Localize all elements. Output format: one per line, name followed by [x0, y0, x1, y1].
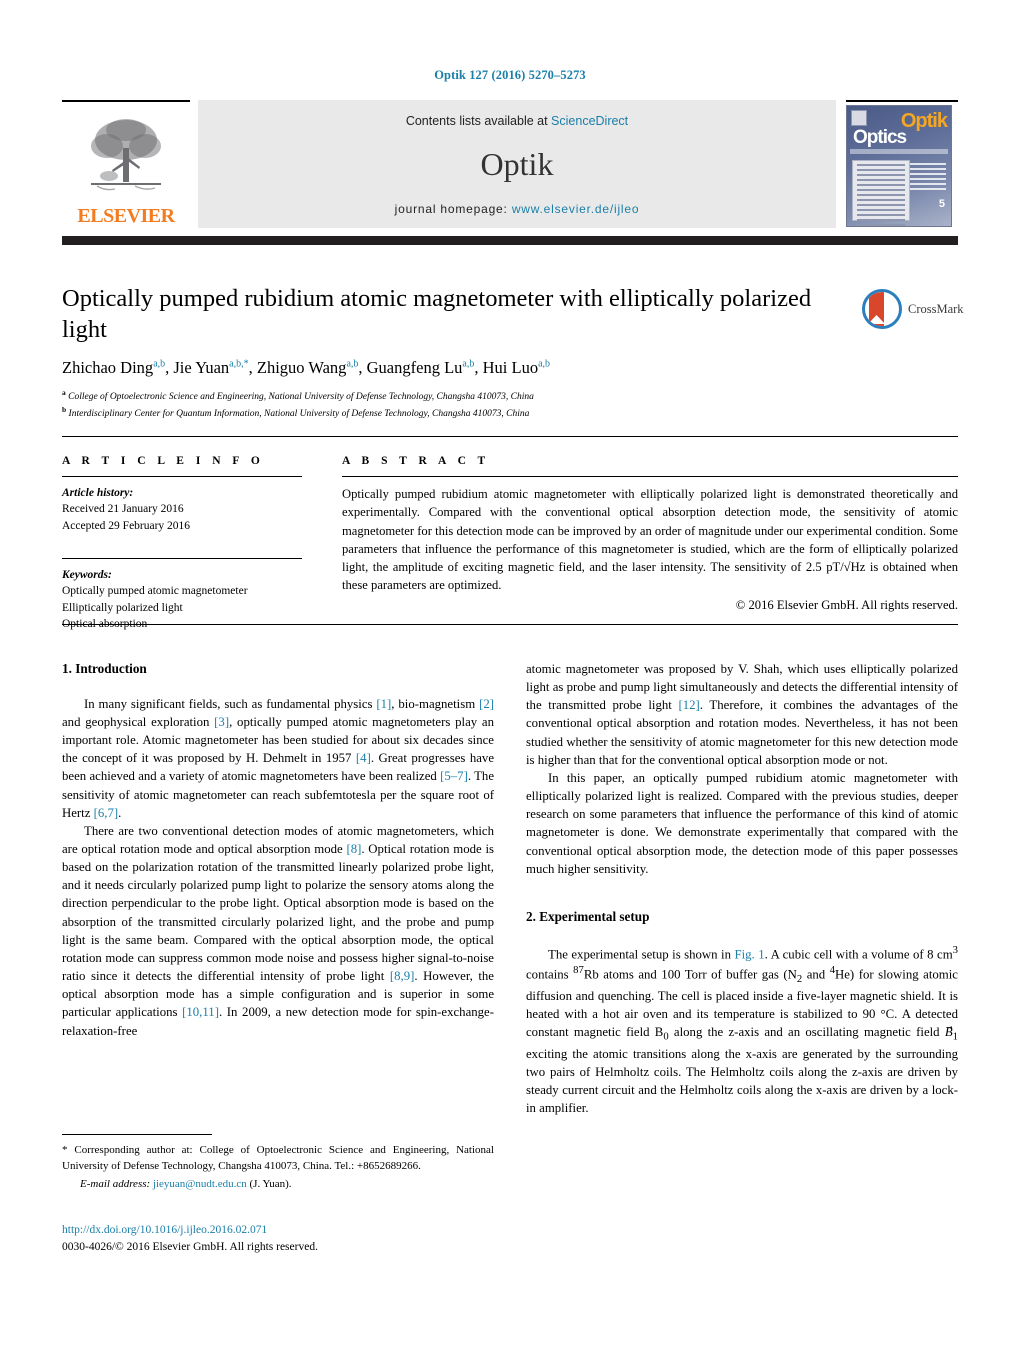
elsevier-logo-block: ELSEVIER: [62, 100, 190, 228]
corresponding-author-note: * Corresponding author at: College of Op…: [62, 1144, 494, 1172]
email-link[interactable]: jieyuan@nudt.edu.cn: [153, 1178, 247, 1190]
keyword-item: Elliptically polarized light: [62, 601, 183, 614]
page-title: Optically pumped rubidium atomic magneto…: [62, 285, 812, 343]
homepage-url-link[interactable]: www.elsevier.de/ijleo: [512, 202, 640, 216]
intro-paragraph-2: There are two conventional detection mod…: [62, 823, 494, 1038]
body-column-left: 1. Introduction In many significant fiel…: [62, 660, 494, 1040]
cover-contents-panel: [852, 160, 910, 226]
crossmark-label: CrossMark: [908, 301, 964, 316]
affiliation-list: a College of Optoelectronic Science and …: [62, 387, 862, 422]
affiliation-a: a College of Optoelectronic Science and …: [62, 388, 534, 403]
journal-masthead: ELSEVIER Contents lists available at Sci…: [62, 100, 958, 228]
email-line: E-mail address: jieyuan@nudt.edu.cn (J. …: [62, 1177, 494, 1193]
heading-introduction: 1. Introduction: [62, 661, 147, 676]
cover-title-optik: Optik: [900, 110, 948, 132]
journal-cover-block: Optik Optics 5: [846, 100, 958, 228]
abstract-rule: [342, 476, 958, 477]
abstract-heading: A B S T R A C T: [342, 455, 490, 467]
cover-title-optics: Optics: [853, 127, 907, 148]
author-list: Zhichao Dinga,b, Jie Yuana,b,*, Zhiguo W…: [62, 358, 551, 377]
body-column-right: atomic magnetometer was proposed by V. S…: [526, 660, 958, 1118]
article-history-label: Article history:: [62, 487, 134, 499]
crossmark-icon: [862, 289, 902, 329]
journal-homepage-line: journal homepage: www.elsevier.de/ijleo: [395, 202, 640, 216]
contents-band: Contents lists available at ScienceDirec…: [198, 100, 836, 228]
rule-below-abstract: [62, 624, 958, 625]
rule-above-article-info: [62, 436, 958, 437]
paper-page: Optik 127 (2016) 5270–5273 ELSEVIER Cont…: [0, 0, 1020, 1351]
keywords-label: Keywords:: [62, 568, 112, 581]
homepage-label: journal homepage:: [394, 202, 508, 216]
crossmark-badge[interactable]: CrossMark: [862, 286, 964, 332]
email-suffix: (J. Yuan).: [249, 1178, 292, 1191]
affiliation-b-text: Interdisciplinary Center for Quantum Inf…: [68, 409, 530, 420]
keyword-item: Optically pumped atomic magnetometer: [62, 585, 248, 598]
contents-prefix: Contents lists available at: [405, 114, 552, 128]
experimental-paragraph-1: The experimental setup is shown in Fig. …: [526, 944, 958, 1116]
article-info-heading: A R T I C L E I N F O: [62, 455, 265, 467]
history-received: Received 21 January 2016: [62, 503, 184, 516]
affiliation-b: b Interdisciplinary Center for Quantum I…: [62, 405, 530, 420]
article-info-rule: [62, 476, 302, 477]
running-head: Optik 127 (2016) 5270–5273: [434, 68, 586, 82]
intro-paragraph-3: In this paper, an optically pumped rubid…: [526, 770, 958, 876]
cover-publisher-mark-icon: [851, 110, 867, 126]
elsevier-wordmark: ELSEVIER: [77, 205, 175, 227]
article-history-block: Article history: Received 21 January 201…: [62, 485, 302, 534]
article-info-column: A R T I C L E I N F O Article history: R…: [62, 455, 302, 632]
abstract-text: Optically pumped rubidium atomic magneto…: [342, 487, 958, 593]
doi-link[interactable]: http://dx.doi.org/10.1016/j.ijleo.2016.0…: [62, 1222, 522, 1239]
doi-block: http://dx.doi.org/10.1016/j.ijleo.2016.0…: [62, 1222, 522, 1255]
cover-issue-number: 5: [938, 198, 945, 210]
keywords-rule: [62, 557, 302, 559]
abstract-copyright: © 2016 Elsevier GmbH. All rights reserve…: [735, 597, 958, 612]
abstract-column: A B S T R A C T Optically pumped rubidiu…: [342, 455, 958, 614]
sciencedirect-link[interactable]: ScienceDirect: [551, 114, 628, 128]
intro-paragraph-2-continued: atomic magnetometer was proposed by V. S…: [526, 662, 958, 767]
footnote-block: * Corresponding author at: College of Op…: [62, 1143, 494, 1193]
cover-right-text-lines: [910, 160, 946, 193]
affiliation-a-text: College of Optoelectronic Science and En…: [68, 392, 534, 403]
intro-paragraph-1: In many significant fields, such as fund…: [62, 696, 495, 820]
cover-divider: [850, 149, 948, 154]
history-accepted: Accepted 29 February 2016: [62, 519, 191, 532]
contents-available-line: Contents lists available at ScienceDirec…: [406, 114, 628, 128]
elsevier-tree-icon: [62, 104, 190, 206]
issn-copyright-line: 0030-4026/© 2016 Elsevier GmbH. All righ…: [62, 1240, 318, 1253]
email-label: E-mail address:: [80, 1178, 151, 1191]
keywords-block: Keywords: Optically pumped atomic magnet…: [62, 567, 302, 632]
journal-title: Optik: [480, 146, 554, 182]
journal-cover-thumbnail: Optik Optics 5: [846, 105, 952, 227]
footnote-rule: [62, 1134, 212, 1135]
masthead-black-bar: [62, 236, 958, 245]
heading-experimental-setup: 2. Experimental setup: [526, 908, 650, 924]
